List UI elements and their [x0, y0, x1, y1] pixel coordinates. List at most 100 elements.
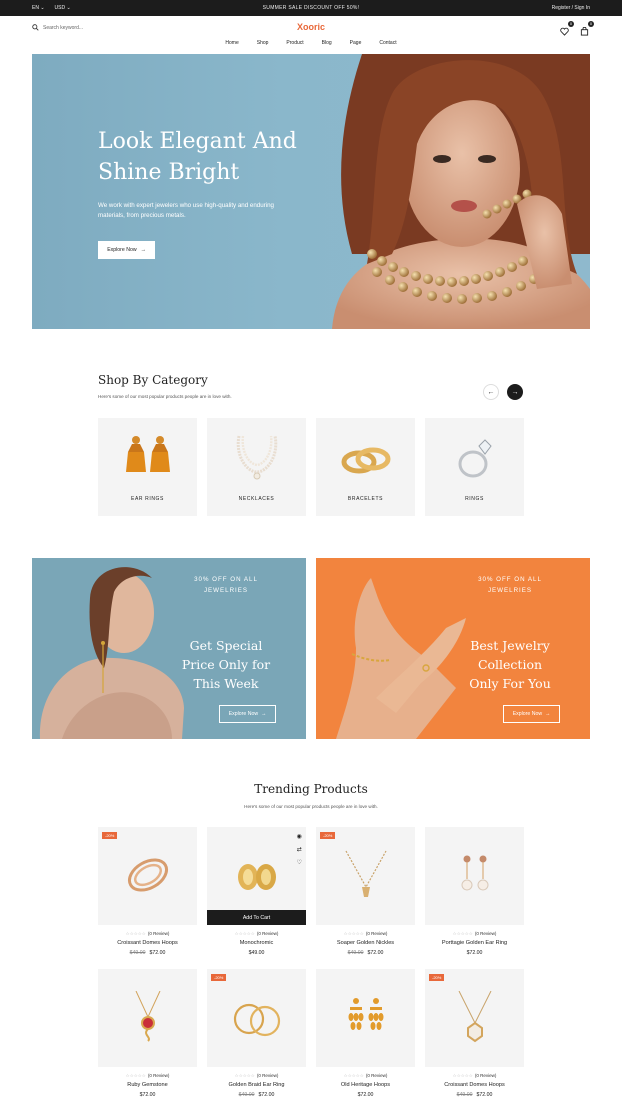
nav-contact[interactable]: Contact [379, 40, 396, 46]
promo-heading: Get Special Price Only for This Week [166, 636, 286, 693]
site-logo[interactable]: Xooric [0, 22, 622, 32]
rating: ☆☆☆☆☆ (0 Review) [234, 931, 279, 936]
promo-tag: 30% OFF ON ALL JEWELRIES [176, 574, 276, 596]
arrow-left-icon: ← [487, 388, 495, 396]
register-signin-link[interactable]: Register / Sign In [552, 5, 590, 11]
arrow-right-icon: → [511, 388, 519, 396]
hoop-ring-image [128, 858, 168, 892]
heart-icon [560, 27, 569, 36]
review-count: (0 Review) [147, 931, 170, 936]
nav-shop[interactable]: Shop [257, 40, 269, 46]
product-price: $72.00 [425, 950, 524, 956]
review-count: (0 Review) [365, 931, 388, 936]
old-price: $49.00 [238, 1092, 255, 1098]
sale-badge: -20% [211, 974, 227, 981]
review-count: (0 Review) [256, 931, 279, 936]
nav-home[interactable]: Home [225, 40, 238, 46]
heart-icon[interactable]: ♡ [297, 859, 302, 866]
product-image[interactable]: -20% [98, 827, 197, 925]
promo-tag-line1: 30% OFF ON ALL [194, 576, 258, 583]
cart-count: 0 [588, 21, 594, 27]
product-quick-actions: ◉ ⇄ ♡ [297, 833, 302, 866]
add-to-cart-button[interactable]: Add To Cart [207, 910, 306, 925]
product-name[interactable]: Croissant Domes Hoops [425, 1082, 524, 1088]
hero-explore-label: Explore Now [107, 247, 137, 253]
product-image[interactable] [425, 827, 524, 925]
product-name[interactable]: Soaper Golden Nickles [316, 940, 415, 946]
product-image[interactable] [316, 969, 415, 1067]
product-price: $49.00 [207, 950, 306, 956]
cart-button[interactable]: 0 [580, 21, 594, 36]
nav-blog[interactable]: Blog [322, 40, 332, 46]
promo-heading-line3: This Week [193, 676, 259, 691]
earrings-image [126, 436, 170, 472]
product-price: $49.00 $72.00 [98, 950, 197, 956]
product-name[interactable]: Croissant Domes Hoops [98, 940, 197, 946]
product-name[interactable]: Golden Braid Ear Ring [207, 1082, 306, 1088]
category-card-necklaces[interactable]: NECKLACES [207, 418, 306, 516]
promo-explore-button[interactable]: Explore Now → [503, 705, 560, 723]
sale-badge: -20% [320, 832, 336, 839]
category-label-necklaces: NECKLACES [238, 496, 275, 502]
product-name[interactable]: Monochromic [207, 940, 306, 946]
drop-earrings-image [348, 998, 384, 1030]
category-label-rings: RINGS [465, 496, 484, 502]
category-label-bracelets: BRACELETS [347, 496, 384, 502]
wishlist-button[interactable]: 0 [560, 21, 574, 36]
product-name[interactable]: Ruby Gemstone [98, 1082, 197, 1088]
promo-heading-line1: Best Jewelry [470, 638, 550, 653]
ring-image [458, 439, 492, 478]
arrow-right-icon: → [545, 711, 551, 717]
trending-subtitle: Here's some of our most popular products… [244, 804, 378, 809]
category-next-button[interactable]: → [507, 384, 523, 400]
product-image[interactable]: ◉ ⇄ ♡ Add To Cart [207, 827, 306, 925]
cart-icon [580, 26, 589, 36]
arrow-right-icon: → [261, 711, 267, 717]
product-image[interactable]: -20% [207, 969, 306, 1067]
current-price: $72.00 [149, 950, 166, 956]
product-price: $49.00 $72.00 [207, 1092, 306, 1098]
review-count: (0 Review) [256, 1073, 279, 1078]
category-prev-button[interactable]: ← [483, 384, 499, 400]
compare-icon[interactable]: ⇄ [297, 846, 302, 853]
current-price: $72.00 [367, 950, 384, 956]
review-count: (0 Review) [365, 1073, 388, 1078]
current-price: $72.00 [258, 1092, 275, 1098]
current-price: $72.00 [357, 1092, 374, 1098]
category-card-earrings[interactable]: EAR RINGS [98, 418, 197, 516]
hero-explore-button[interactable]: Explore Now → [98, 241, 155, 259]
promo-heading-line2: Collection [477, 657, 543, 672]
product-image[interactable]: -20% [425, 969, 524, 1067]
old-price: $49.00 [129, 950, 146, 956]
eye-icon[interactable]: ◉ [297, 833, 302, 840]
promo-explore-button[interactable]: Explore Now → [219, 705, 276, 723]
product-name[interactable]: Porttagie Golden Ear Ring [425, 940, 524, 946]
nav-page[interactable]: Page [350, 40, 362, 46]
product-price: $72.00 [98, 1092, 197, 1098]
top-bar: EN ⌄ USD ⌄ SUMMER SALE DISCOUNT OFF 50%!… [0, 0, 622, 16]
product-image[interactable]: -20% [316, 827, 415, 925]
promo-explore-label: Explore Now [228, 711, 259, 717]
promo-banner-special-price: 30% OFF ON ALL JEWELRIES Get Special Pri… [32, 558, 306, 739]
category-label-earrings: EAR RINGS [131, 496, 164, 502]
old-price: $49.00 [456, 1092, 473, 1098]
category-card-bracelets[interactable]: BRACELETS [316, 418, 415, 516]
arrow-right-icon: → [140, 247, 146, 253]
review-count: (0 Review) [147, 1073, 170, 1078]
rating: ☆☆☆☆☆ (0 Review) [452, 1073, 497, 1078]
current-price: $49.00 [248, 950, 265, 956]
necklace-image [236, 435, 278, 480]
nav-product[interactable]: Product [286, 40, 303, 46]
old-price: $49.00 [347, 950, 364, 956]
promo-heading-line3: Only For You [469, 676, 551, 691]
category-card-rings[interactable]: RINGS [425, 418, 524, 516]
rating: ☆☆☆☆☆ (0 Review) [343, 931, 388, 936]
promo-explore-label: Explore Now [512, 711, 543, 717]
product-name[interactable]: Old Heritage Hoops [316, 1082, 415, 1088]
hero-banner: Look Elegant And Shine Bright We work wi… [32, 54, 590, 329]
hero-subtitle-line1: We work with expert jewelers who use hig… [98, 202, 274, 209]
hero-subtitle-line2: materials, from precious metals. [98, 212, 186, 219]
product-image[interactable] [98, 969, 197, 1067]
gold-earrings-image [238, 864, 276, 890]
ruby-pendant-image [135, 991, 161, 1042]
